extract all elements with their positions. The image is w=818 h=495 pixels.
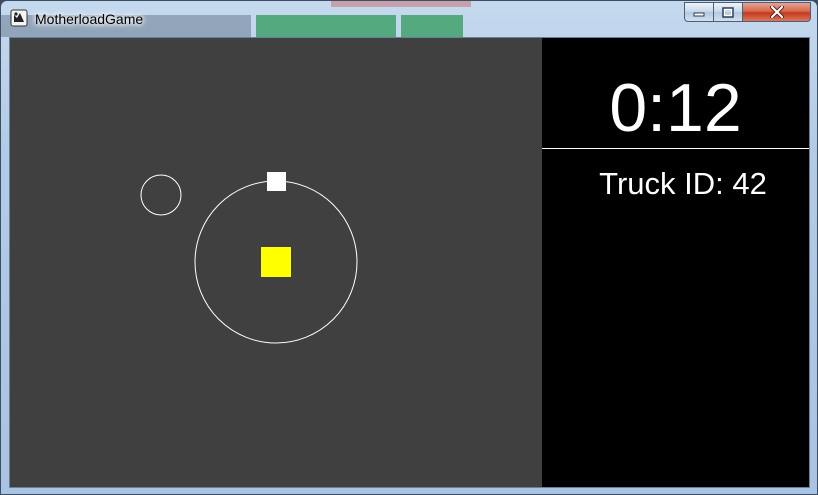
minimize-button[interactable] bbox=[684, 2, 714, 22]
white-marker bbox=[267, 172, 286, 191]
timer-display: 0:12 bbox=[609, 70, 742, 146]
hud-divider bbox=[542, 148, 809, 149]
titlebar[interactable]: MotherloadGame bbox=[1, 1, 817, 37]
hud-panel: 0:12 Truck ID: 42 bbox=[542, 38, 809, 487]
maximize-icon bbox=[722, 6, 734, 18]
game-canvas[interactable] bbox=[10, 38, 542, 487]
truck-square bbox=[261, 247, 291, 277]
game-scene bbox=[140, 172, 358, 344]
client-area: 0:12 Truck ID: 42 bbox=[9, 37, 810, 488]
maximize-button[interactable] bbox=[713, 2, 743, 22]
close-button[interactable] bbox=[742, 2, 811, 22]
truck-id-label: Truck ID: 42 bbox=[599, 166, 767, 201]
close-icon bbox=[769, 6, 784, 18]
small-ring bbox=[140, 174, 182, 216]
app-icon bbox=[10, 9, 28, 27]
app-window: MotherloadGame 0:12 Truck ID: 42 bbox=[0, 0, 818, 495]
minimize-icon bbox=[693, 12, 705, 17]
window-title: MotherloadGame bbox=[35, 11, 144, 27]
